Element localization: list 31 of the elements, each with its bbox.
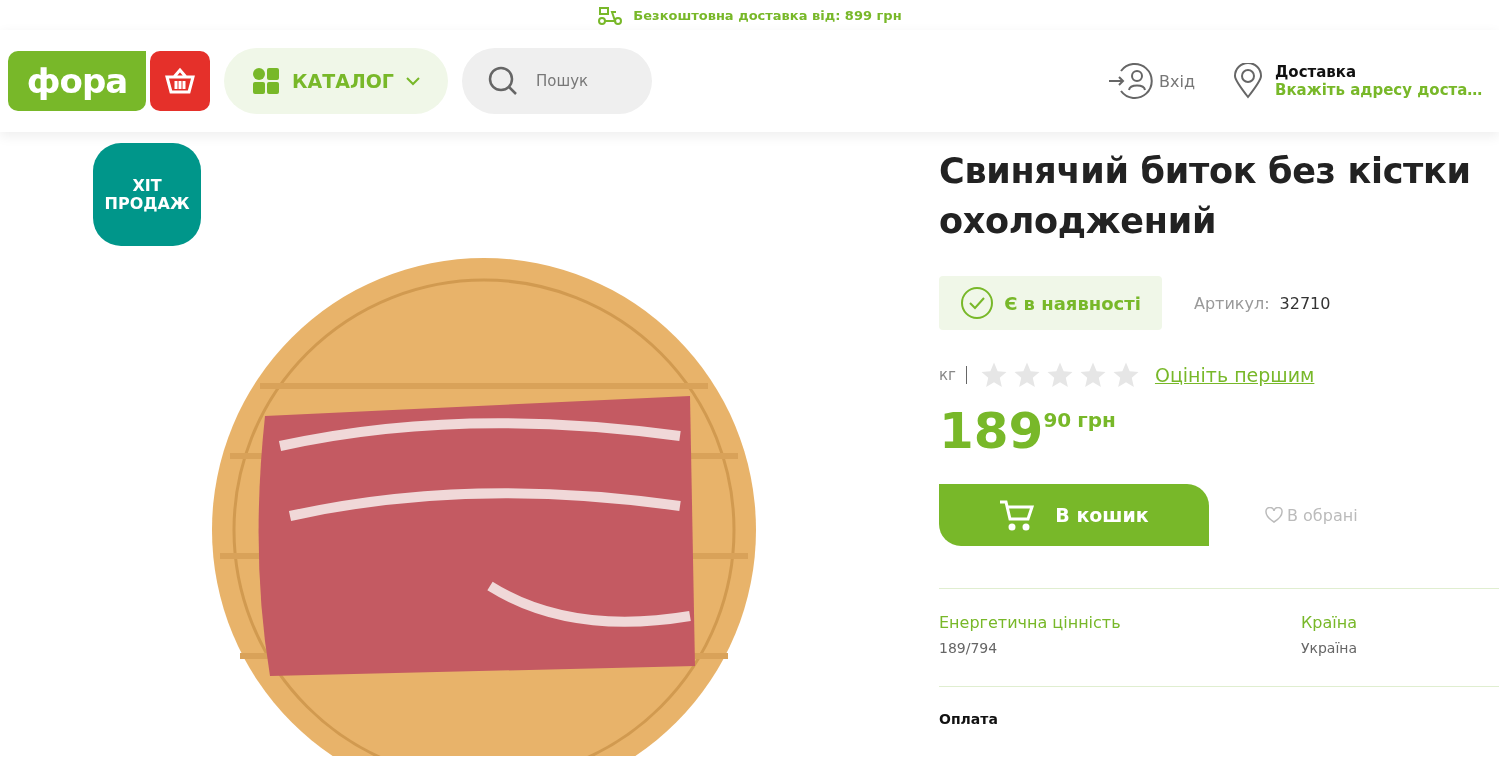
spec-value: 189/794 xyxy=(939,640,999,656)
article-number: 32710 xyxy=(1279,293,1331,313)
grid-icon xyxy=(252,67,280,95)
login-link[interactable]: Вхід xyxy=(1107,61,1195,101)
check-circle-icon xyxy=(960,286,995,320)
free-delivery-text: Безкоштовна доставка від: 899 грн xyxy=(633,7,902,23)
login-icon xyxy=(1107,61,1156,101)
catalog-button[interactable]: КАТАЛОГ xyxy=(224,48,448,114)
favorite-link[interactable]: В обрані xyxy=(1265,505,1358,525)
scooter-icon xyxy=(597,4,624,26)
spec-label: Енергетична цінність xyxy=(939,613,1122,632)
availability-text: Є в наявності xyxy=(1004,292,1141,314)
logo[interactable]: фора xyxy=(8,51,146,111)
basket-logo-button[interactable] xyxy=(150,51,210,111)
cart-icon xyxy=(999,499,1036,531)
delivery-title: Доставка xyxy=(1275,63,1358,81)
rate-first-link[interactable]: Оцініть першим xyxy=(1154,364,1315,386)
spec-label: Країна xyxy=(1301,613,1359,632)
payment-heading: Оплата xyxy=(939,711,999,727)
heart-icon xyxy=(1265,507,1283,523)
location-pin-icon xyxy=(1233,63,1263,99)
delivery-address-link[interactable]: Вкажіть адресу доста… xyxy=(1275,81,1483,99)
unit-label: кг xyxy=(939,366,967,384)
spec-value: Україна xyxy=(1301,640,1359,656)
chevron-down-icon xyxy=(405,76,420,86)
product-title: Свинячий биток без кістки охолоджений xyxy=(939,150,1472,243)
add-to-cart-button[interactable]: В кошик xyxy=(939,484,1209,546)
article-label: Артикул: xyxy=(1194,293,1270,313)
bestseller-badge: ХІТ ПРОДАЖ xyxy=(93,143,201,246)
search-field[interactable]: Пошук xyxy=(462,48,652,114)
basket-icon xyxy=(165,67,195,95)
